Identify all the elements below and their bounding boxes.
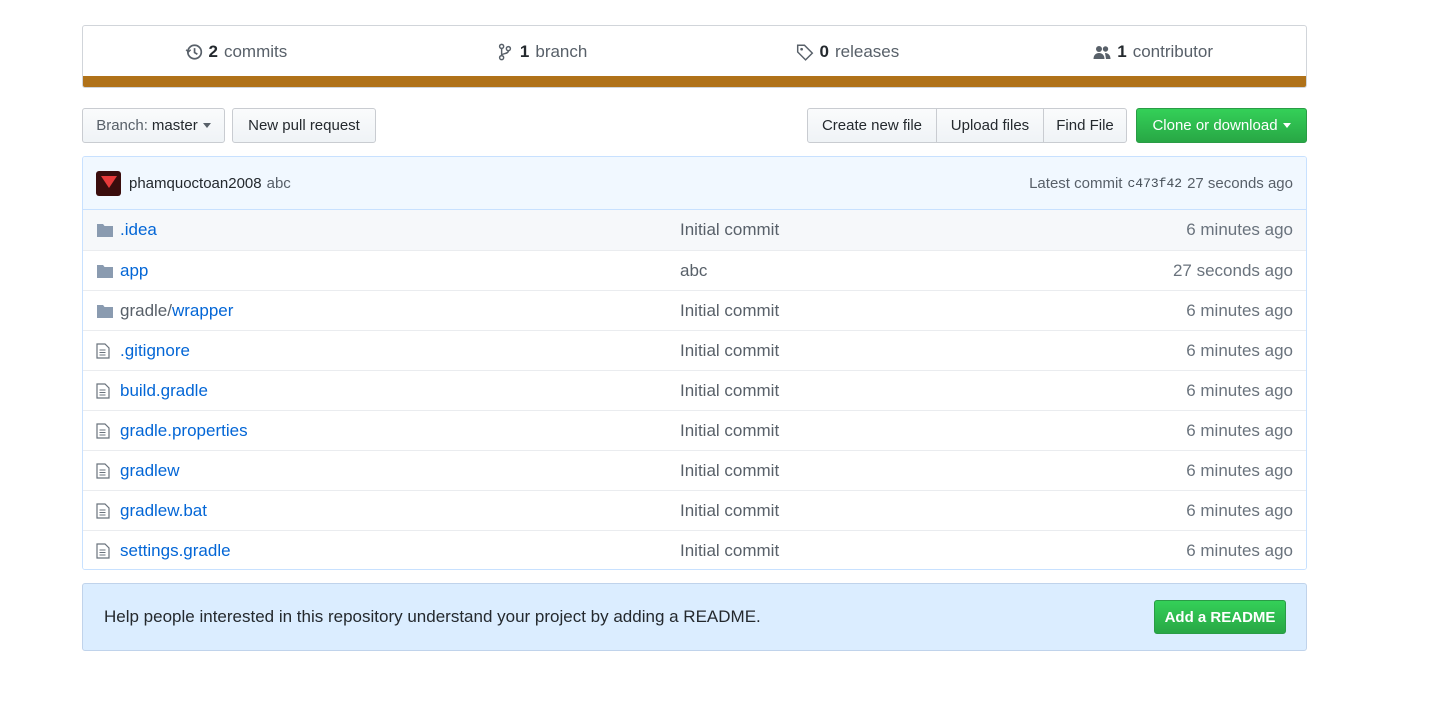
commit-age: 6 minutes ago [1186, 380, 1293, 400]
file-icon [96, 383, 114, 399]
commits-count: 2 [208, 41, 218, 61]
commit-message-link[interactable]: Initial commit [680, 421, 779, 441]
file-icon [96, 503, 114, 519]
commit-age: 6 minutes ago [1186, 340, 1293, 360]
releases-count: 0 [819, 41, 829, 61]
create-new-file-button[interactable]: Create new file [807, 108, 937, 143]
tag-icon [796, 44, 813, 61]
table-row: gradle/wrapper Initial commit 6 minutes ag… [83, 290, 1306, 330]
commit-message-link[interactable]: Initial commit [680, 461, 779, 481]
contributors-link[interactable]: 1 contributor [1000, 42, 1306, 62]
branches-count: 1 [519, 41, 530, 61]
caret-down-icon [1282, 123, 1291, 128]
file-name: gradlew.bat [120, 500, 207, 520]
file-name-link[interactable]: settings.gradle [120, 541, 231, 561]
branch-select-button[interactable]: Branch: master [82, 108, 225, 143]
commit-message-link[interactable]: abc [680, 261, 707, 281]
table-row: app abc 27 seconds ago [83, 250, 1306, 290]
folder-icon [96, 263, 114, 279]
commit-age: 27 seconds ago [1187, 174, 1293, 192]
table-row: .gitignore Initial commit 6 minutes ago [83, 330, 1306, 370]
releases-label: releases [834, 41, 900, 61]
file-name-link[interactable]: build.gradle [120, 381, 208, 401]
numbers-summary: 2 commits 1 branch 0 releases 1 contribu… [82, 25, 1307, 88]
history-icon [185, 43, 202, 60]
upload-files-button[interactable]: Upload files [936, 108, 1044, 143]
file-icon [96, 423, 114, 439]
file-name: gradlew [120, 460, 180, 480]
file-name-link[interactable]: .gitignore [120, 341, 190, 361]
new-pull-request-button[interactable]: New pull request [232, 108, 376, 143]
folder-icon [96, 303, 114, 319]
find-file-button[interactable]: Find File [1043, 108, 1127, 143]
table-row: build.gradle Initial commit 6 minutes ago [83, 370, 1306, 410]
branches-label: branch [535, 41, 588, 61]
file-actions-group: Create new file Upload files Find File [807, 108, 1127, 143]
commit-author[interactable]: phamquoctoan2008 [129, 175, 262, 192]
latest-commit-info: Latest commit c473f42 27 seconds ago [1029, 175, 1293, 192]
file-name: settings.gradle [120, 540, 231, 560]
commits-label: commits [223, 41, 288, 61]
table-row: gradlew.bat Initial commit 6 minutes ago [83, 490, 1306, 530]
git-branch-icon [498, 43, 512, 60]
file-name-link[interactable]: gradle.properties [120, 421, 248, 441]
commit-age: 6 minutes ago [1186, 220, 1293, 239]
latest-commit-label: Latest commit [1029, 174, 1123, 192]
file-name: gradle.properties [120, 420, 248, 440]
commit-message-link[interactable]: Initial commit [680, 381, 779, 401]
file-navigation: Branch: master New pull request Create n… [82, 108, 1307, 143]
file-icon [96, 463, 114, 479]
commit-sha[interactable]: c473f42 [1127, 176, 1182, 191]
file-rows: .idea Initial commit 6 minutes ago app abc 27… [83, 210, 1306, 569]
branches-link[interactable]: 1 branch [389, 42, 695, 62]
commit-tease: phamquoctoan2008 abc Latest commit c473f… [83, 157, 1306, 210]
readme-prompt: Help people interested in this repositor… [82, 583, 1307, 651]
table-row: settings.gradle Initial commit 6 minutes a… [83, 530, 1306, 569]
commit-message-link[interactable]: Initial commit [680, 220, 779, 240]
contributors-label: contributor [1132, 41, 1214, 61]
branch-name: master [151, 117, 198, 134]
file-name: app [120, 260, 149, 280]
readme-prompt-text: Help people interested in this repositor… [104, 607, 761, 626]
table-row: .idea Initial commit 6 minutes ago [83, 210, 1306, 250]
commit-age: 27 seconds ago [1172, 260, 1293, 280]
commit-message-link[interactable]: Initial commit [680, 301, 779, 321]
folder-icon [96, 222, 114, 238]
file-name-link[interactable]: app [120, 261, 148, 281]
commit-age: 6 minutes ago [1186, 420, 1293, 440]
file-name-link[interactable]: gradlew [120, 461, 180, 481]
commit-message-link[interactable]: Initial commit [680, 501, 779, 521]
commits-link[interactable]: 2 commits [83, 42, 389, 62]
path-prefix: gradle/ [120, 300, 172, 320]
avatar[interactable] [96, 170, 121, 196]
commit-message-link[interactable]: Initial commit [680, 541, 779, 561]
commit-message[interactable]: abc [267, 175, 291, 192]
file-icon [96, 543, 114, 559]
releases-link[interactable]: 0 releases [695, 42, 1001, 62]
file-name: .gitignore [120, 340, 190, 360]
branch-prefix: Branch: [96, 117, 148, 134]
caret-down-icon [202, 123, 211, 128]
language-bar[interactable] [83, 76, 1306, 87]
table-row: gradle.properties Initial commit 6 minutes… [83, 410, 1306, 450]
file-name-link[interactable]: gradle/wrapper [120, 301, 233, 321]
commit-age: 6 minutes ago [1186, 500, 1293, 520]
file-name-link[interactable]: gradlew.bat [120, 501, 207, 521]
file-icon [96, 343, 114, 359]
contributors-count: 1 [1117, 41, 1127, 61]
file-name: wrapper [171, 300, 234, 320]
commit-age: 6 minutes ago [1186, 300, 1293, 320]
commit-age: 6 minutes ago [1186, 460, 1293, 480]
file-listing: phamquoctoan2008 abc Latest commit c473f… [82, 156, 1307, 570]
commit-message-link[interactable]: Initial commit [680, 341, 779, 361]
clone-label: Clone or download [1152, 117, 1278, 134]
commit-age: 6 minutes ago [1186, 540, 1293, 560]
file-name: .idea [120, 220, 157, 239]
people-icon [1093, 45, 1111, 59]
file-name-link[interactable]: .idea [120, 220, 157, 240]
file-name: build.gradle [120, 380, 208, 400]
clone-or-download-button[interactable]: Clone or download [1136, 108, 1307, 143]
table-row: gradlew Initial commit 6 minutes ago [83, 450, 1306, 490]
add-readme-button[interactable]: Add a README [1154, 600, 1286, 634]
